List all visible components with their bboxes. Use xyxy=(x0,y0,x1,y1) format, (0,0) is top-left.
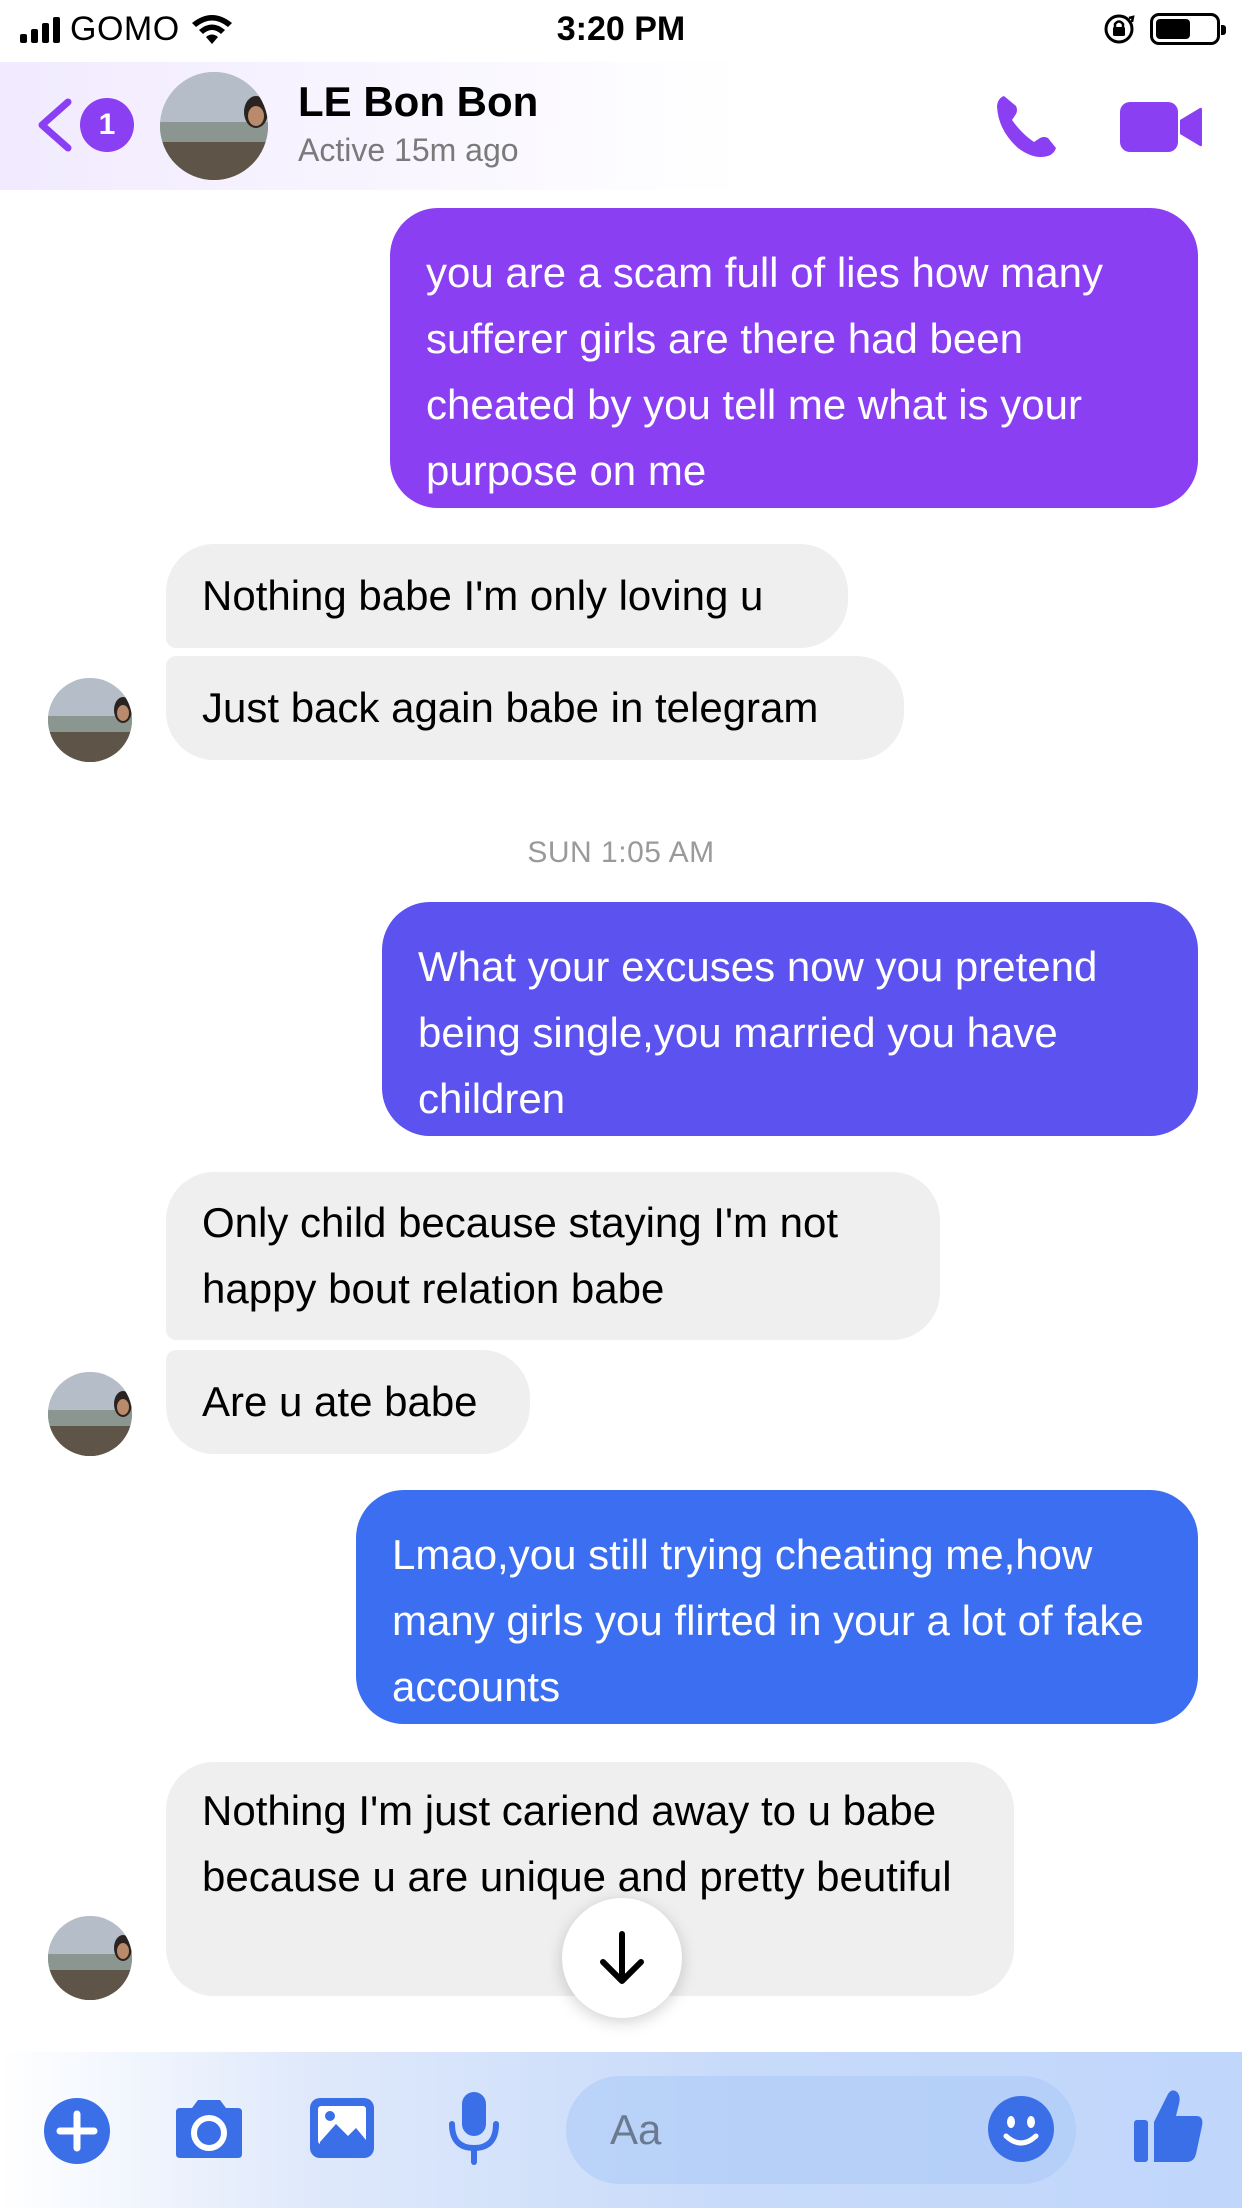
message-outgoing[interactable]: you are a scam full of lies how many suf… xyxy=(390,208,1198,508)
message-incoming[interactable]: Are u ate babe xyxy=(166,1350,530,1454)
clock: 3:20 PM xyxy=(556,10,686,48)
message-incoming[interactable]: Nothing babe I'm only loving u xyxy=(166,544,848,648)
emoji-button[interactable] xyxy=(986,2094,1056,2169)
status-bar: GOMO 3:20 PM xyxy=(0,0,1242,60)
video-camera-icon xyxy=(1120,102,1202,152)
beach-photo-icon xyxy=(48,1916,132,2000)
message-incoming[interactable]: Only child because staying I'm not happy… xyxy=(166,1172,940,1340)
beach-photo-icon xyxy=(48,1372,132,1456)
contact-avatar-small[interactable] xyxy=(48,1372,132,1456)
contact-avatar-small[interactable] xyxy=(48,1916,132,2000)
thumbs-up-icon xyxy=(1134,2090,1203,2162)
contact-active-status: Active 15m ago xyxy=(298,132,519,168)
voice-call-button[interactable] xyxy=(990,90,1062,162)
message-composer xyxy=(0,2052,1242,2208)
plus-icon xyxy=(44,2098,110,2164)
more-actions-button[interactable] xyxy=(42,2096,112,2171)
scroll-to-bottom-button[interactable] xyxy=(562,1898,682,2018)
phone-icon xyxy=(997,96,1056,157)
like-button[interactable] xyxy=(1130,2086,1206,2171)
emoji-icon xyxy=(988,2096,1054,2162)
message-outgoing[interactable]: Lmao,you still trying cheating me,how ma… xyxy=(356,1490,1198,1724)
rotation-lock-icon xyxy=(1104,14,1135,44)
camera-button[interactable] xyxy=(170,2096,248,2167)
back-chevron-icon xyxy=(38,98,72,152)
arrow-down-icon xyxy=(600,1931,644,1984)
beach-photo-icon xyxy=(48,678,132,762)
contact-name[interactable]: LE Bon Bon xyxy=(298,78,538,126)
camera-icon xyxy=(176,2100,242,2158)
gallery-button[interactable] xyxy=(306,2094,378,2167)
microphone-icon xyxy=(449,2092,499,2165)
conversation-header: 1 LE Bon Bon Active 15m ago xyxy=(0,62,1242,190)
battery-icon xyxy=(1150,13,1226,45)
message-incoming[interactable]: Just back again babe in telegram xyxy=(166,656,904,760)
gallery-icon xyxy=(310,2098,374,2158)
contact-avatar-small[interactable] xyxy=(48,678,132,762)
message-outgoing[interactable]: What your excuses now you pretend being … xyxy=(382,902,1198,1136)
contact-avatar[interactable] xyxy=(160,72,268,180)
video-call-button[interactable] xyxy=(1118,98,1204,156)
voice-message-button[interactable] xyxy=(446,2088,502,2173)
beach-photo-icon xyxy=(160,72,268,180)
conversation-timestamp: SUN 1:05 AM xyxy=(527,836,715,869)
status-right xyxy=(1102,12,1226,46)
unread-badge: 1 xyxy=(80,98,134,152)
back-button[interactable]: 1 xyxy=(34,96,134,154)
